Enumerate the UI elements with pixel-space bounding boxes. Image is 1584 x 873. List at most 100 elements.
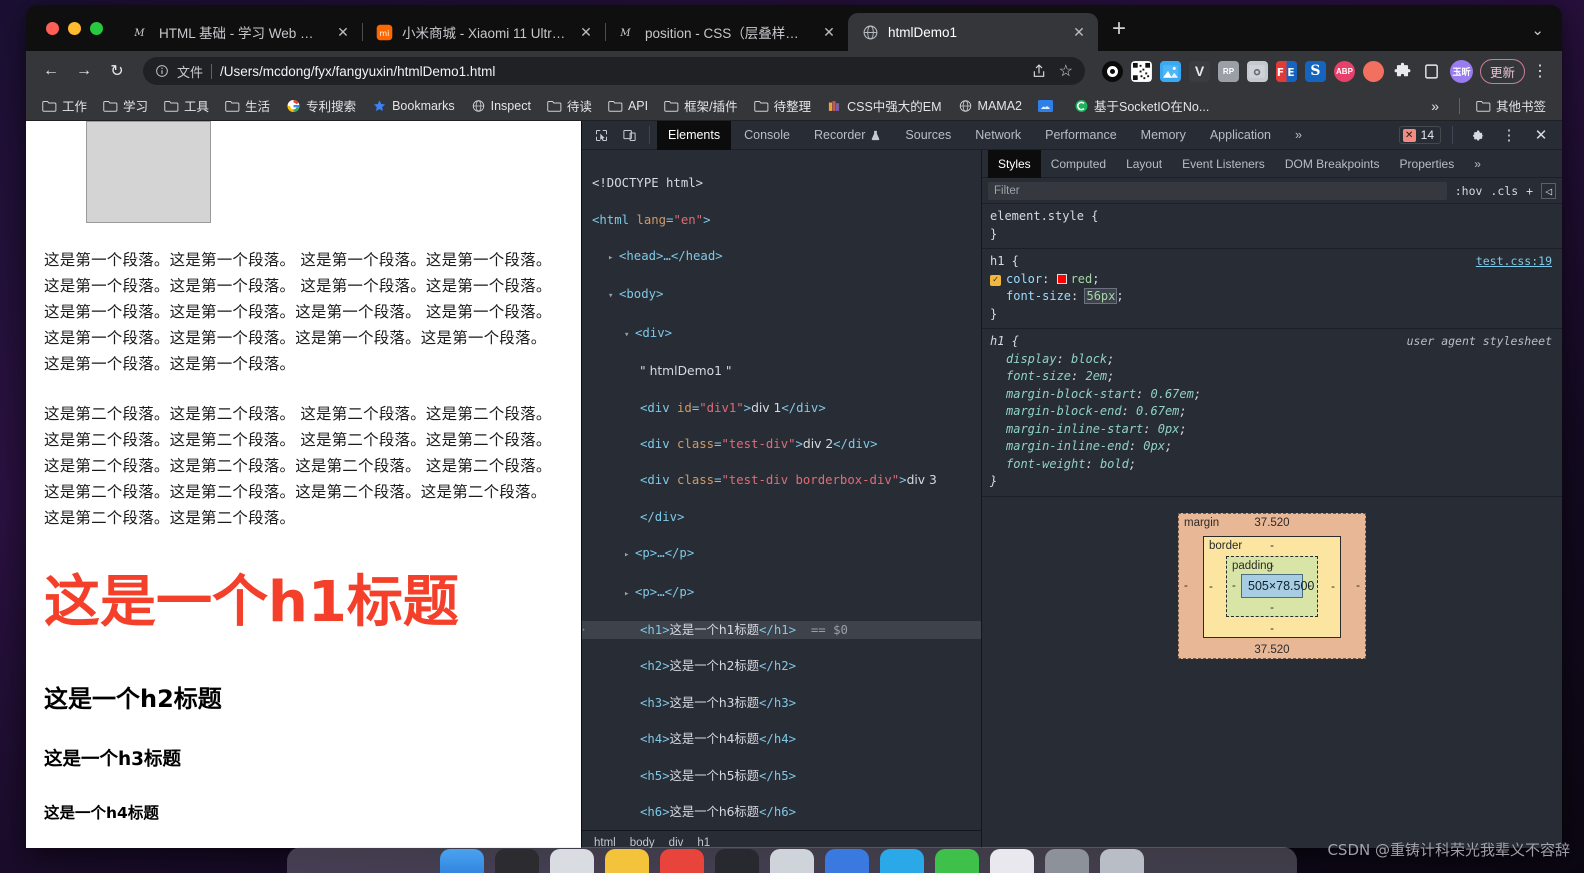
- dock-icon-chrome[interactable]: [825, 849, 869, 873]
- dom-line-doctype[interactable]: <!DOCTYPE html>: [582, 174, 981, 192]
- box-model-margin-bottom[interactable]: 37.520: [1179, 644, 1365, 656]
- box-model-content-size[interactable]: 505×78.500: [1241, 573, 1314, 598]
- styles-tab-dom-breakpoints[interactable]: DOM Breakpoints: [1275, 150, 1390, 178]
- inspect-cursor-icon[interactable]: [588, 123, 614, 147]
- browser-tab-3[interactable]: M position - CSS（层叠样式表） ✕: [605, 13, 849, 51]
- css-rule-h1-author[interactable]: test.css:19 h1 { ✓ color: red; font-size:…: [982, 249, 1562, 329]
- dock-icon-terminal[interactable]: [715, 849, 759, 873]
- fe-helper-extension-icon[interactable]: FE: [1275, 60, 1297, 82]
- declaration-property[interactable]: color: [1006, 272, 1042, 286]
- tab-close-icon[interactable]: ✕: [577, 24, 595, 41]
- color-swatch[interactable]: [1056, 273, 1067, 284]
- dom-line-div3[interactable]: <div class="test-div borderbox-div">div …: [582, 471, 981, 489]
- bookmark-item-bookmarks[interactable]: Bookmarks: [366, 96, 461, 116]
- dock-icon-safari[interactable]: [550, 849, 594, 873]
- qrcode-extension-icon[interactable]: [1130, 60, 1152, 82]
- devtools-tab-elements[interactable]: Elements: [657, 120, 732, 150]
- dock-icon-vscode[interactable]: [880, 849, 924, 873]
- dock-icon-mail[interactable]: [770, 849, 814, 873]
- dock-icon-notes[interactable]: [605, 849, 649, 873]
- styles-tab-event-listeners[interactable]: Event Listeners: [1172, 150, 1275, 178]
- dom-line-gutter-dots[interactable]: ⋯: [582, 621, 585, 639]
- box-model-border[interactable]: border - - - - padding - - - - 505×78.50…: [1203, 535, 1341, 638]
- dom-line-div2[interactable]: <div class="test-div">div 2</div>: [582, 435, 981, 453]
- bookmark-item-inspect[interactable]: Inspect: [465, 96, 537, 116]
- box-model-margin[interactable]: margin 37.520 37.520 - - border - - - - …: [1178, 512, 1366, 659]
- styles-tab-properties[interactable]: Properties: [1390, 150, 1465, 178]
- css-declaration[interactable]: margin-inline-start: 0px;: [990, 421, 1554, 439]
- bookmark-item-socketio[interactable]: 基于SocketIO在No...: [1068, 93, 1215, 118]
- css-declaration[interactable]: margin-block-end: 0.67em;: [990, 403, 1554, 421]
- profile-avatar[interactable]: 玉昕: [1449, 59, 1473, 83]
- box-model-padding[interactable]: padding - - - - 505×78.500: [1226, 555, 1318, 617]
- devtools-tab-recorder[interactable]: Recorder: [803, 121, 892, 150]
- box-model-margin-top[interactable]: 37.520: [1179, 517, 1365, 529]
- styles-more-tabs-button[interactable]: »: [1464, 150, 1491, 178]
- box-model-margin-right[interactable]: -: [1356, 580, 1360, 592]
- box-model-padding-top[interactable]: -: [1227, 560, 1317, 572]
- dom-line-html[interactable]: <html lang="en">: [582, 211, 981, 229]
- toggle-styles-sidebar-button[interactable]: ◁: [1541, 182, 1556, 199]
- devtools-tab-performance[interactable]: Performance: [1034, 121, 1128, 150]
- dom-line-div-close[interactable]: </div>: [582, 508, 981, 526]
- reload-button[interactable]: ↻: [102, 56, 132, 86]
- browser-tab-2[interactable]: mi 小米商城 - Xiaomi 11 Ultra、Re ✕: [362, 13, 606, 51]
- bookmark-item-to-organize[interactable]: 待整理: [748, 93, 818, 118]
- box-model-padding-left[interactable]: -: [1232, 580, 1236, 592]
- declaration-enabled-checkbox[interactable]: ✓: [990, 274, 1001, 286]
- dom-line-p2[interactable]: ▸ <p>…</p>: [582, 583, 981, 603]
- device-toggle-icon[interactable]: [616, 123, 642, 147]
- dom-line-h5[interactable]: <h5>这是一个h5标题</h5>: [582, 767, 981, 785]
- tab-close-icon[interactable]: ✕: [1070, 24, 1088, 41]
- box-model-border-right[interactable]: -: [1331, 581, 1335, 593]
- dom-line-h6[interactable]: <h6>这是一个h6标题</h6>: [582, 803, 981, 821]
- dock-icon-launchpad[interactable]: [495, 849, 539, 873]
- url-text[interactable]: /Users/mcdong/fyx/fangyuxin/htmlDemo1.ht…: [220, 64, 495, 79]
- dom-line-h3[interactable]: <h3>这是一个h3标题</h3>: [582, 694, 981, 712]
- css-declaration[interactable]: display: block;: [990, 351, 1554, 369]
- css-rule-h1-user-agent[interactable]: user agent stylesheet h1 { display: bloc…: [982, 329, 1562, 497]
- sidepanel-extension-icon[interactable]: [1421, 61, 1442, 82]
- red-drop-extension-icon[interactable]: [1362, 60, 1384, 82]
- maximize-window-button[interactable]: [90, 21, 103, 35]
- cls-button[interactable]: .cls: [1490, 184, 1518, 198]
- devtools-tab-network[interactable]: Network: [964, 121, 1032, 150]
- dom-line-h4[interactable]: <h4>这是一个h4标题</h4>: [582, 730, 981, 748]
- rp-reader-extension-icon[interactable]: RP: [1217, 60, 1239, 82]
- opera-gx-extension-icon[interactable]: [1101, 60, 1123, 82]
- bookmark-item-api[interactable]: API: [602, 96, 654, 116]
- devtools-more-tabs-button[interactable]: »: [1284, 121, 1313, 150]
- box-model-border-bottom[interactable]: -: [1204, 623, 1340, 635]
- dom-line-div-open[interactable]: ▾ <div>: [582, 324, 981, 344]
- dom-line-h1-selected[interactable]: ⋯<h1>这是一个h1标题</h1> == $0: [582, 621, 981, 640]
- puzzle-extension-icon[interactable]: [1392, 61, 1413, 82]
- bookmark-item-mama2[interactable]: MAMA2: [952, 96, 1028, 116]
- tab-close-icon[interactable]: ✕: [334, 24, 352, 41]
- dock-icon-qq[interactable]: [990, 849, 1034, 873]
- declaration-property[interactable]: font-size: [1006, 289, 1071, 303]
- box-model-margin-left[interactable]: -: [1184, 580, 1188, 592]
- declaration-value-editing[interactable]: 56px: [1084, 288, 1118, 304]
- error-count-badge[interactable]: ✕ 14: [1398, 126, 1441, 144]
- css-declaration[interactable]: margin-inline-end: 0px;: [990, 438, 1554, 456]
- css-declaration[interactable]: font-weight: bold;: [990, 456, 1554, 474]
- tab-search-button[interactable]: ⌄: [1531, 21, 1562, 51]
- css-rule-source-link[interactable]: test.css:19: [1476, 253, 1552, 271]
- box-model-padding-bottom[interactable]: -: [1227, 602, 1317, 614]
- dom-tree[interactable]: <!DOCTYPE html> <html lang="en"> ▸ <head>…: [582, 150, 981, 830]
- screenshot-extension-icon[interactable]: [1159, 60, 1181, 82]
- dom-line-head[interactable]: ▸ <head>…</head>: [582, 247, 981, 267]
- bookmark-item-work[interactable]: 工作: [36, 93, 93, 118]
- dom-line-text-node[interactable]: " htmlDemo1 ": [582, 362, 981, 380]
- new-style-rule-button[interactable]: +: [1526, 184, 1533, 198]
- bookmark-item-cloud[interactable]: [1032, 96, 1064, 116]
- css-declaration-font-size[interactable]: font-size: 56px;: [990, 288, 1554, 306]
- bookmark-item-tools[interactable]: 工具: [158, 93, 215, 118]
- bookmark-star-icon[interactable]: ☆: [1059, 61, 1073, 81]
- devtools-tab-sources[interactable]: Sources: [894, 121, 962, 150]
- css-declaration[interactable]: margin-block-start: 0.67em;: [990, 386, 1554, 404]
- dock-icon-music[interactable]: [660, 849, 704, 873]
- browser-menu-button[interactable]: ⋮: [1528, 61, 1552, 81]
- s-extension-icon[interactable]: S: [1304, 60, 1326, 82]
- box-model-padding-right[interactable]: -: [1308, 580, 1312, 592]
